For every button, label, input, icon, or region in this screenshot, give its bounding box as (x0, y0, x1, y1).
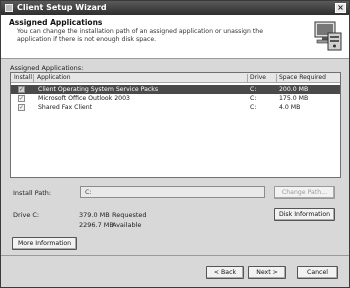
table-row[interactable]: ✓ Client Operating System Service Packs … (11, 85, 340, 94)
column-space-required[interactable]: Space Required (277, 74, 340, 82)
more-information-button[interactable]: More Information (12, 237, 77, 250)
application-name: Shared Fax Client (38, 104, 93, 111)
install-path-label: Install Path: (13, 189, 52, 197)
change-path-button[interactable]: Change Path... (274, 186, 335, 199)
available-label: Available (112, 221, 142, 229)
application-space: 4.0 MB (279, 104, 301, 111)
page-description: You can change the installation path of … (17, 28, 264, 43)
application-name: Microsoft Office Outlook 2003 (38, 95, 130, 102)
column-drive[interactable]: Drive (248, 74, 277, 82)
footer-divider (1, 255, 349, 256)
table-row[interactable]: ✓ Microsoft Office Outlook 2003 C: 175.0… (11, 94, 340, 103)
cancel-button[interactable]: Cancel (297, 266, 338, 279)
available-value: 2296.7 MB (79, 221, 114, 229)
column-application[interactable]: Application (35, 74, 248, 82)
window-app-icon (5, 4, 13, 12)
assigned-applications-label: Assigned Applications: (10, 64, 84, 72)
title-bar[interactable]: Client Setup Wizard × (1, 1, 349, 15)
requested-value: 379.0 MB (79, 211, 110, 219)
application-space: 175.0 MB (279, 95, 309, 102)
column-install[interactable]: Install (12, 74, 34, 82)
list-header: Install Application Drive Space Required (11, 73, 340, 83)
application-name: Client Operating System Service Packs (38, 86, 159, 93)
close-button[interactable]: × (335, 3, 346, 13)
computer-setup-icon (314, 21, 342, 51)
install-checkbox[interactable]: ✓ (18, 95, 25, 102)
applications-list[interactable]: Install Application Drive Space Required… (10, 72, 341, 178)
disk-information-button[interactable]: Disk Information (274, 208, 335, 221)
back-button[interactable]: < Back (206, 266, 244, 279)
application-drive: C: (250, 86, 257, 93)
table-row[interactable]: ✓ Shared Fax Client C: 4.0 MB (11, 103, 340, 112)
requested-label: Requested (112, 211, 147, 219)
client-setup-wizard-window: Client Setup Wizard × Assigned Applicati… (0, 0, 350, 288)
install-checkbox[interactable]: ✓ (18, 104, 25, 111)
wizard-header: Assigned Applications You can change the… (1, 15, 349, 59)
application-space: 200.0 MB (279, 86, 309, 93)
install-path-field[interactable]: C: (80, 186, 265, 198)
application-drive: C: (250, 95, 257, 102)
drive-label: Drive C: (13, 211, 40, 219)
next-button[interactable]: Next > (248, 266, 286, 279)
page-title: Assigned Applications (9, 18, 103, 27)
install-checkbox[interactable]: ✓ (18, 86, 25, 93)
application-drive: C: (250, 104, 257, 111)
window-title: Client Setup Wizard (17, 3, 107, 12)
